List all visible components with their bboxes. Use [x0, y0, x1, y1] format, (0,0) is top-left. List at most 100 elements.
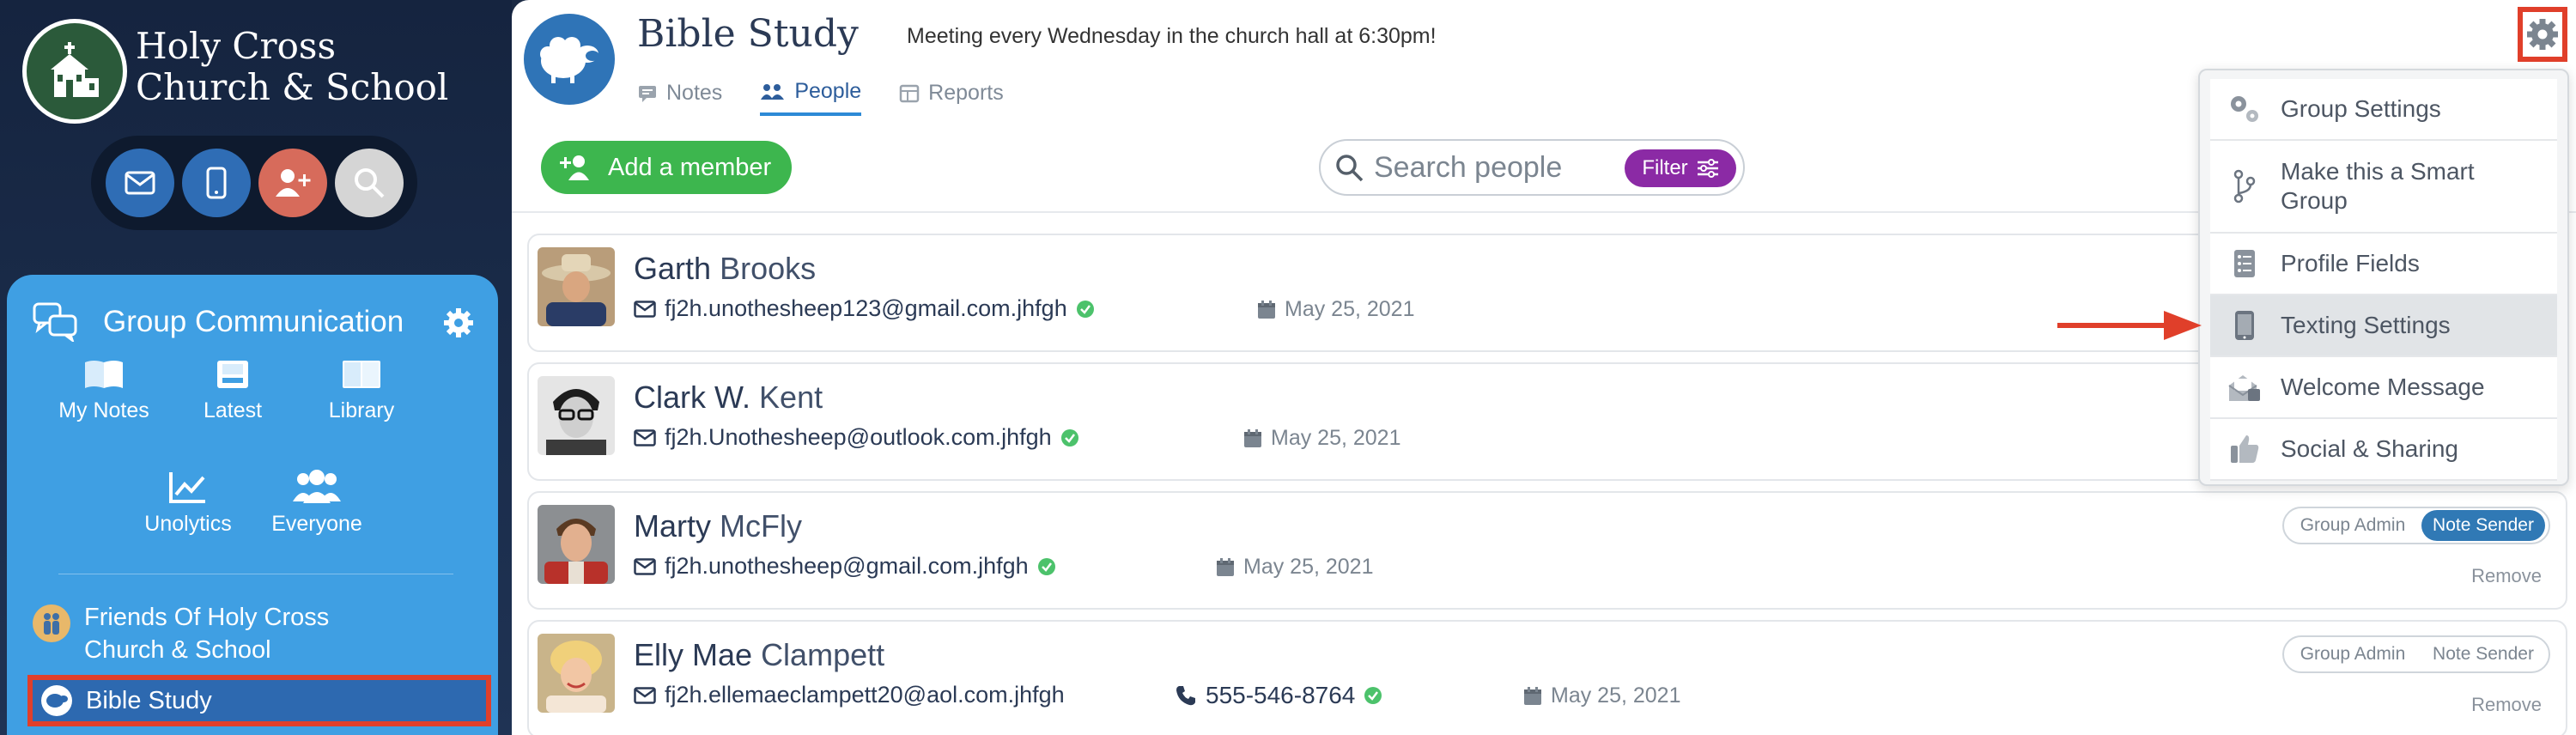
envelope-icon [2228, 375, 2260, 401]
search-icon [354, 168, 384, 198]
member-first-name: Garth [634, 251, 712, 286]
verified-check-icon [1076, 300, 1094, 318]
menu-item-label: Social & Sharing [2281, 435, 2459, 462]
member-email[interactable]: fj2h.ellemaeclampett20@aol.com.jhfgh [634, 682, 1065, 708]
my-notes-button[interactable]: My Notes [39, 357, 168, 423]
search-button[interactable] [334, 149, 404, 217]
menu-item-label: Welcome Message [2281, 374, 2485, 400]
member-last-name: Clampett [761, 637, 885, 672]
notes-icon [85, 361, 123, 388]
member-date: May 25, 2021 [1523, 683, 1681, 708]
settings-dropdown-menu: Group Settings Make this a Smart Group P… [2198, 69, 2569, 486]
my-notes-label: My Notes [58, 398, 149, 422]
calendar-icon [1244, 428, 1261, 447]
unolytics-label: Unolytics [144, 512, 232, 536]
tabs: Notes People Reports [637, 79, 1004, 116]
search-input[interactable] [1374, 150, 1631, 185]
remove-member-link[interactable]: Remove [2471, 565, 2542, 587]
group-settings-gear-button[interactable] [2518, 7, 2567, 62]
group-item-bible-study-label: Bible Study [86, 686, 212, 714]
sliders-icon [1697, 159, 1718, 178]
role-toggle: Group Admin Note Sender [2282, 507, 2550, 544]
remove-member-link[interactable]: Remove [2471, 694, 2542, 716]
list-icon [2234, 250, 2255, 277]
member-phone[interactable]: 555-546-8764 [1175, 682, 1382, 709]
family-icon [33, 604, 70, 642]
member-row[interactable]: Elly Mae Clampett fj2h.ellemaeclampett20… [527, 620, 2567, 735]
member-name: Clark W. Kent [634, 380, 823, 416]
latest-label: Latest [203, 398, 263, 422]
latest-button[interactable]: Latest [168, 357, 297, 423]
menu-item-social-sharing[interactable]: Social & Sharing [2210, 419, 2557, 481]
calendar-icon [1258, 300, 1275, 319]
menu-item-label: Profile Fields [2281, 250, 2420, 276]
mail-button[interactable] [105, 149, 174, 217]
tab-notes-label: Notes [666, 81, 723, 105]
church-logo[interactable] [22, 19, 127, 124]
filter-label: Filter [1642, 156, 1688, 179]
envelope-icon [634, 300, 656, 318]
add-user-icon [560, 155, 589, 180]
member-name: Garth Brooks [634, 251, 816, 287]
tab-people[interactable]: People [760, 79, 862, 116]
member-email[interactable]: fj2h.Unothesheep@outlook.com.jhfgh [634, 424, 1079, 451]
menu-item-welcome-message[interactable]: Welcome Message [2210, 357, 2557, 419]
everyone-button[interactable]: Everyone [252, 469, 381, 537]
page-title: Bible Study [637, 12, 859, 56]
text-message-button[interactable] [181, 149, 251, 217]
member-first-name: Marty [634, 508, 711, 544]
mail-icon [125, 171, 155, 195]
tab-reports[interactable]: Reports [899, 79, 1004, 116]
sheep-icon [540, 37, 599, 83]
member-date-text: May 25, 2021 [1271, 426, 1401, 450]
member-date: May 25, 2021 [1257, 297, 1415, 322]
sidebar: Holy Cross Church & School Group Communi… [0, 0, 512, 735]
note-sender-toggle[interactable]: Note Sender [2421, 510, 2545, 541]
member-date-text: May 25, 2021 [1285, 297, 1415, 321]
menu-item-label: Group Settings [2281, 95, 2441, 122]
phone-icon [1176, 686, 1195, 706]
verified-check-icon [1364, 687, 1382, 704]
envelope-icon [634, 428, 656, 446]
group-communication-panel: Group Communication My Notes Latest Libr… [7, 275, 498, 735]
member-email-text: fj2h.unothesheep123@gmail.com.jhfgh [665, 295, 1067, 321]
member-last-name: Kent [759, 380, 823, 415]
group-description: Meeting every Wednesday in the church ha… [907, 24, 1437, 48]
member-last-name: McFly [720, 508, 802, 544]
note-sender-toggle[interactable]: Note Sender [2421, 639, 2545, 670]
search-box: Filter [1319, 139, 1745, 196]
annotation-arrow-icon [2057, 311, 2202, 340]
church-name: Holy Cross Church & School [136, 25, 449, 108]
menu-item-profile-fields[interactable]: Profile Fields [2210, 234, 2557, 295]
member-photo [538, 634, 615, 713]
member-email[interactable]: fj2h.unothesheep123@gmail.com.jhfgh [634, 295, 1095, 322]
role-toggle: Group Admin Note Sender [2282, 635, 2550, 673]
member-first-name: Clark W. [634, 380, 751, 415]
group-admin-toggle[interactable]: Group Admin [2284, 510, 2421, 541]
filter-button[interactable]: Filter [1625, 149, 1736, 187]
member-date: May 25, 2021 [1243, 426, 1401, 451]
church-icon [51, 42, 99, 97]
menu-item-label: Make this a Smart Group [2281, 158, 2475, 214]
sheep-icon [41, 685, 72, 716]
member-last-name: Brooks [720, 251, 817, 286]
menu-item-texting-settings[interactable]: Texting Settings [2210, 295, 2557, 357]
member-first-name: Elly Mae [634, 637, 753, 672]
panel-settings-gear-icon[interactable] [443, 307, 474, 338]
group-item-bible-study[interactable]: Bible Study [27, 675, 491, 726]
add-member-button[interactable]: Add a member [541, 141, 792, 194]
group-item-friends[interactable]: Friends Of Holy Cross Church & School [33, 601, 479, 666]
group-admin-toggle[interactable]: Group Admin [2284, 639, 2421, 670]
menu-item-smart-group[interactable]: Make this a Smart Group [2210, 141, 2557, 234]
unolytics-button[interactable]: Unolytics [124, 469, 252, 537]
everyone-label: Everyone [271, 512, 362, 536]
menu-item-group-settings[interactable]: Group Settings [2210, 79, 2557, 141]
tab-notes[interactable]: Notes [637, 79, 722, 116]
member-email[interactable]: fj2h.unothesheep@gmail.com.jhfgh [634, 553, 1056, 580]
chat-bubbles-icon [33, 302, 77, 342]
tab-reports-label: Reports [928, 81, 1004, 105]
add-user-button[interactable] [258, 149, 327, 217]
member-row[interactable]: Marty McFly fj2h.unothesheep@gmail.com.j… [527, 491, 2567, 610]
library-button[interactable]: Library [297, 357, 426, 423]
group-communication-header: Group Communication [33, 292, 479, 352]
